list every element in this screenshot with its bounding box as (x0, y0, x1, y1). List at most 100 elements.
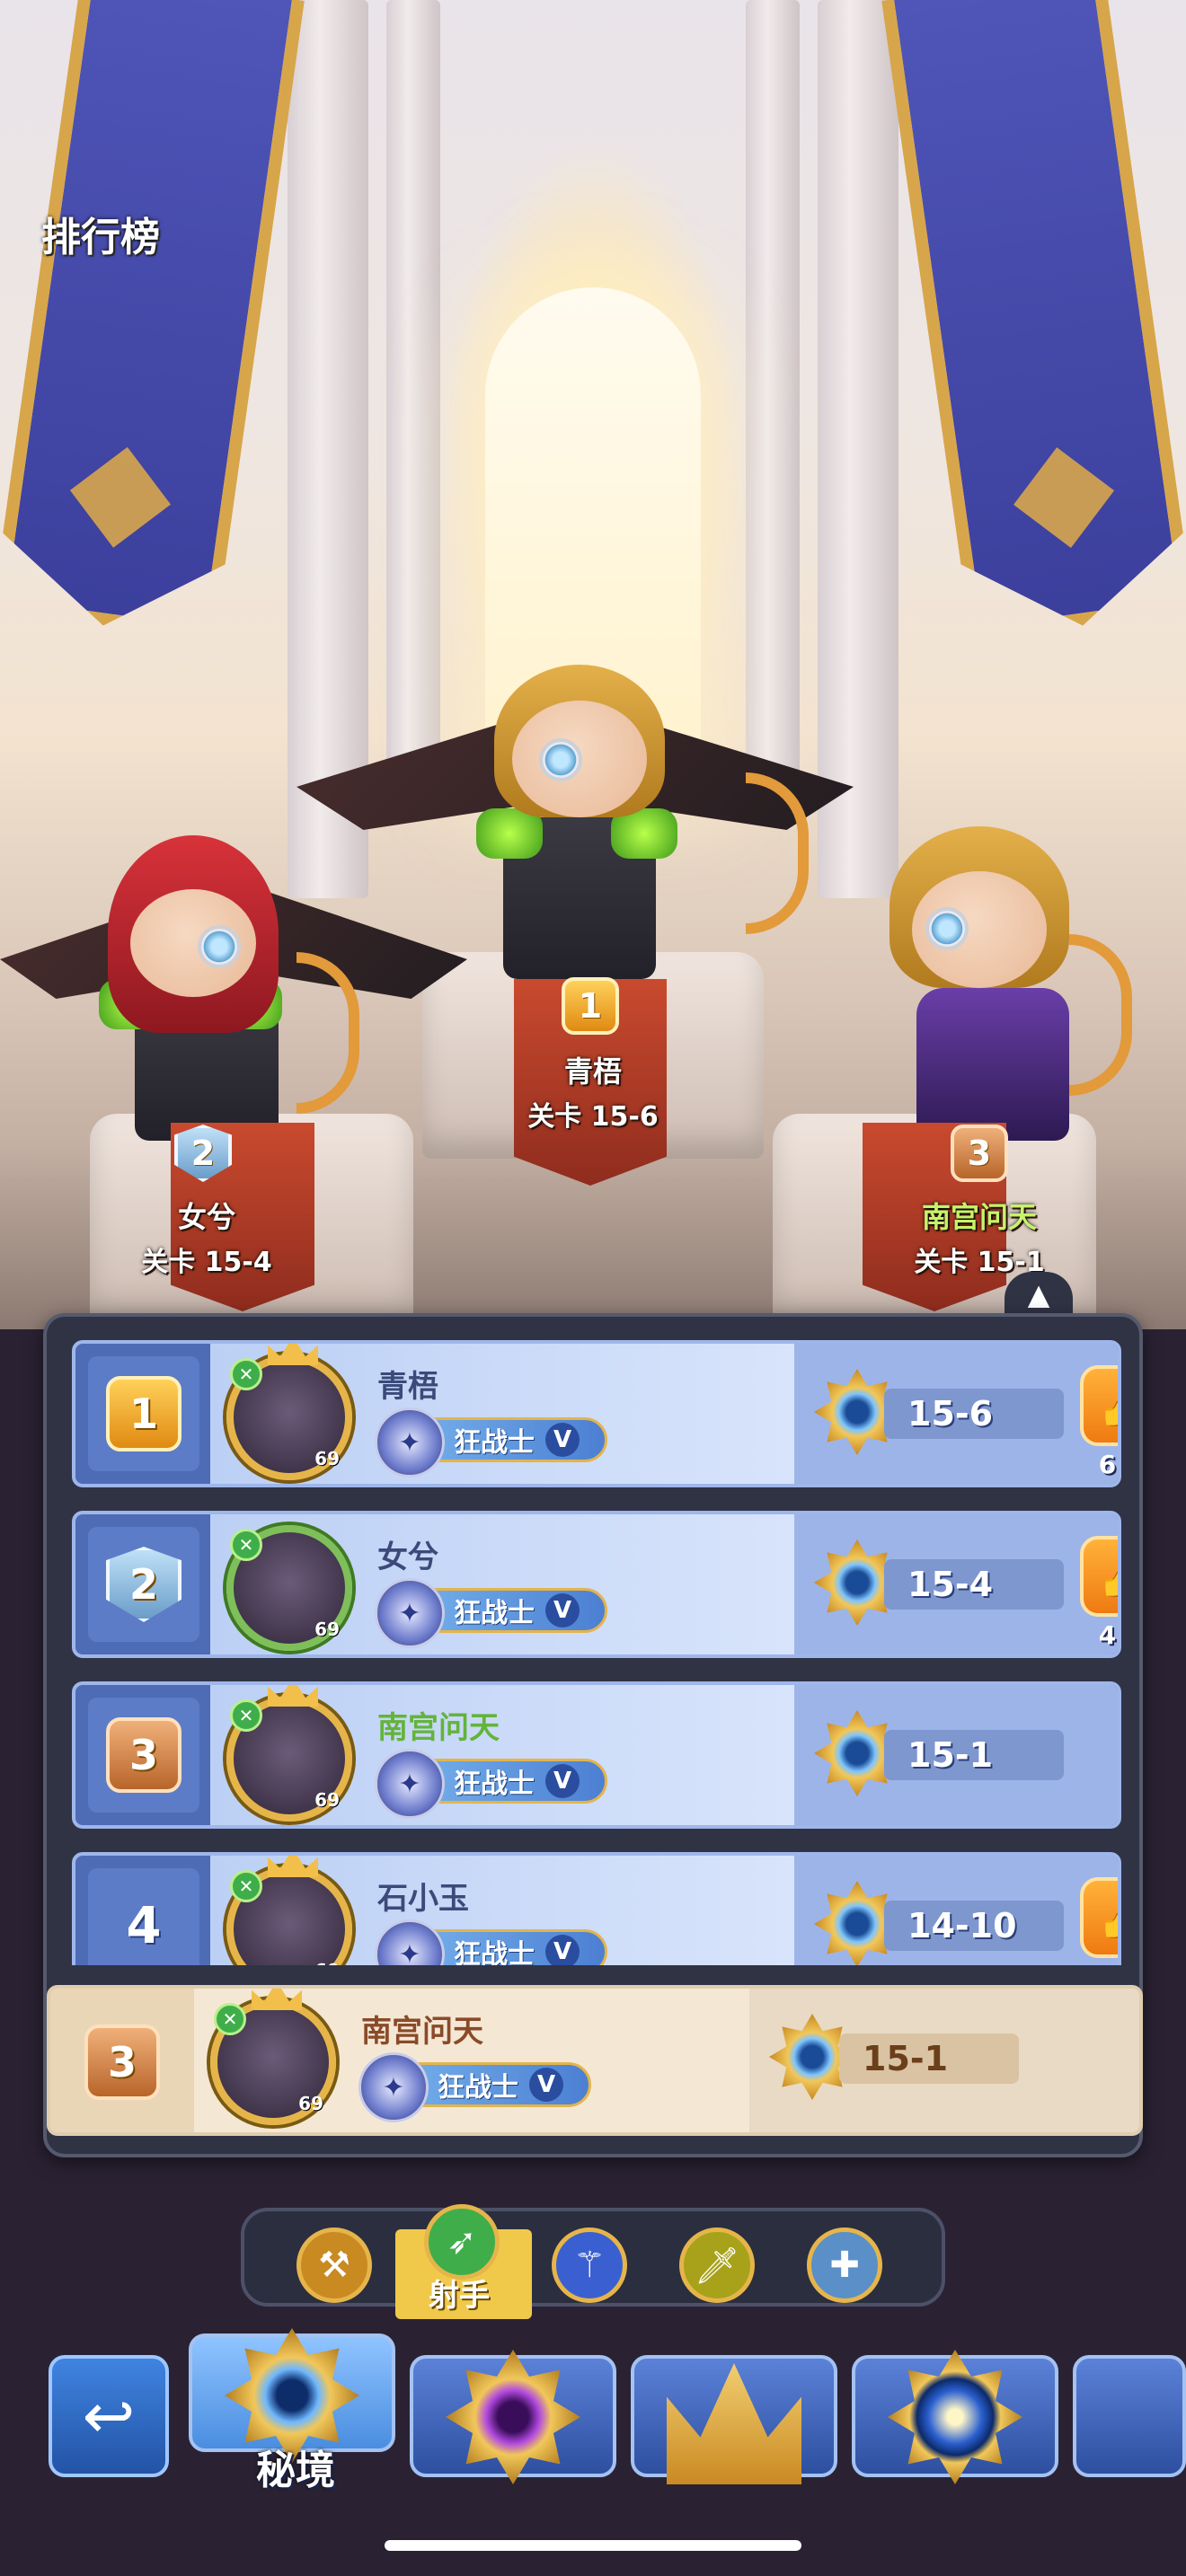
back-arrow-icon[interactable]: ↩ (49, 2355, 169, 2477)
crown-icon (252, 1989, 302, 2010)
podium-stage-second: 关卡 15-4 (141, 1247, 272, 1278)
rank-medal-silver: 2 (106, 1547, 181, 1622)
player-level: 69 (314, 1619, 340, 1640)
leaderboard-row[interactable]: 1 ✕ 69 青梧 ✦ 狂战士 V 15-6 👍 622 (72, 1340, 1121, 1487)
leaderboard-row[interactable]: 4 ✕ 69 石小玉 ✦ 狂战士 V 14-10 👍 118 (72, 1852, 1121, 1965)
podium-name-third: 南宫问天 (921, 1200, 1037, 1234)
hanging-banner-right (881, 0, 1186, 641)
page-title: 排行榜 (41, 215, 160, 260)
leaderboard-row[interactable]: 2 ✕ 69 女兮 ✦ 狂战士 V 15-4 👍 416 (72, 1511, 1121, 1658)
crown-icon (667, 2363, 801, 2484)
avatar[interactable]: ✕ 69 (226, 1856, 352, 1965)
stage-value: 15-4 (884, 1559, 1064, 1610)
archer-class-icon: ✕ (230, 1358, 262, 1390)
archer-class-icon: ✕ (230, 1870, 262, 1902)
home-indicator[interactable] (385, 2540, 801, 2551)
mode-crown[interactable] (631, 2355, 837, 2484)
leaderboard-row[interactable]: 3 ✕ 69 南宫问天 ✦ 狂战士 V 15-1 (72, 1681, 1121, 1829)
cross-icon[interactable]: ✚ (807, 2228, 882, 2303)
class-badge: ✦ 狂战士 V (375, 1749, 607, 1819)
avatar[interactable]: ✕ 69 (210, 1989, 336, 2125)
tab-archer-label: 射手 (429, 2278, 490, 2314)
class-tier: V (545, 1764, 580, 1798)
star-portal-icon (888, 2350, 1022, 2484)
thumbs-up-icon[interactable]: 👍 (1080, 1365, 1118, 1446)
player-name: 女兮 (377, 1539, 438, 1575)
rank-badge-third: 3 (951, 1125, 1008, 1182)
player-name: 南宫问天 (361, 2014, 483, 2050)
podium-name-first: 青梧 (563, 1054, 622, 1089)
stage-value: 15-1 (839, 2033, 1019, 2084)
purple-eye-medal-icon (446, 2350, 580, 2484)
player-name: 石小玉 (377, 1881, 469, 1917)
avatar[interactable]: ✕ 69 (226, 1685, 352, 1822)
class-tier: V (529, 2068, 563, 2102)
crown-icon (268, 1685, 318, 1707)
axe-icon[interactable]: ⚒ (296, 2228, 372, 2303)
class-tier: V (545, 1593, 580, 1628)
podium-name-second: 女兮 (177, 1200, 235, 1234)
berserker-emblem-icon: ✦ (375, 1749, 445, 1819)
mode-star-portal[interactable] (852, 2350, 1058, 2484)
rank-medal-gold: 1 (106, 1376, 181, 1451)
bow-icon[interactable]: ➶ (424, 2204, 500, 2280)
player-name: 南宫问天 (377, 1710, 500, 1746)
leaderboard-panel: 1 ✕ 69 青梧 ✦ 狂战士 V 15-6 👍 622 (43, 1313, 1143, 2157)
like-count: 416 (1098, 1620, 1118, 1650)
player-level: 69 (314, 1448, 340, 1469)
mode-label: 秘境 (256, 2448, 335, 2493)
archer-class-icon: ✕ (230, 1699, 262, 1732)
podium-stage-first: 关卡 15-6 (527, 1101, 659, 1133)
player-name: 青梧 (377, 1369, 438, 1405)
stage-value: 14-10 (884, 1901, 1064, 1951)
berserker-emblem-icon: ✦ (375, 1578, 445, 1648)
hall-background: 1 2 3 青梧 关卡 15-6 女兮 关卡 15-4 南宫问天 关卡 15-1 (0, 0, 1186, 1329)
crown-icon (268, 1344, 318, 1365)
like-count: 622 (1098, 1450, 1118, 1479)
hero-third-place[interactable] (800, 817, 1177, 1141)
archer-class-icon: ✕ (230, 1529, 262, 1561)
rank-number: 4 (126, 1896, 162, 1955)
mode-purple-eye[interactable] (410, 2350, 616, 2484)
berserker-emblem-icon: ✦ (358, 2052, 429, 2122)
rank-medal-bronze: 3 (106, 1717, 181, 1793)
avatar[interactable]: ✕ 69 (226, 1525, 352, 1651)
archer-class-icon: ✕ (214, 2003, 246, 2035)
player-level: 69 (314, 1960, 340, 1965)
class-filter-bar: ⚒ ➶ ⚚ 🗡 ✚ (241, 2204, 945, 2319)
hanging-banner-left (0, 0, 305, 641)
berserker-emblem-icon: ✦ (375, 1407, 445, 1478)
hero-second-place[interactable] (0, 826, 467, 1150)
stage-value: 15-1 (884, 1730, 1064, 1780)
class-badge: ✦ 狂战士 V (358, 2052, 591, 2122)
my-rank-row[interactable]: 3 ✕ 69 南宫问天 ✦ 狂战士 V 15-1 (47, 1985, 1143, 2136)
player-level: 69 (298, 2093, 323, 2114)
rank-medal-bronze: 3 (84, 2025, 160, 2100)
class-name: 狂战士 (454, 1939, 535, 1965)
stage-value: 15-6 (884, 1389, 1064, 1439)
mode-selector-bar: ↩ 秘境 (0, 2316, 1186, 2495)
collapse-panel-button[interactable]: ▲ (1005, 1272, 1073, 1317)
class-badge: ✦ 狂战士 V (375, 1407, 607, 1478)
class-badge: ✦ 狂战士 V (375, 1578, 607, 1648)
class-name: 狂战士 (454, 1769, 535, 1800)
class-tier: V (545, 1423, 580, 1457)
berserker-emblem-icon: ✦ (375, 1919, 445, 1965)
class-name: 狂战士 (438, 2072, 518, 2104)
crown-icon (268, 1856, 318, 1877)
class-name: 狂战士 (454, 1598, 535, 1629)
mode-secret-realm[interactable]: 秘境 (189, 2328, 395, 2493)
rank-badge-first: 1 (562, 977, 619, 1035)
leaderboard-list[interactable]: 1 ✕ 69 青梧 ✦ 狂战士 V 15-6 👍 622 (72, 1340, 1121, 1965)
class-tier: V (545, 1935, 580, 1965)
thumbs-up-icon[interactable]: 👍 (1080, 1877, 1118, 1958)
mode-more[interactable] (1073, 2355, 1186, 2477)
player-level: 69 (314, 1789, 340, 1811)
thumbs-up-icon[interactable]: 👍 (1080, 1536, 1118, 1617)
class-badge: ✦ 狂战士 V (375, 1919, 607, 1965)
avatar[interactable]: ✕ 69 (226, 1344, 352, 1480)
class-name: 狂战士 (454, 1427, 535, 1459)
dagger-icon[interactable]: 🗡 (679, 2228, 755, 2303)
like-count: 118 (1071, 1962, 1118, 1965)
staff-icon[interactable]: ⚚ (552, 2228, 627, 2303)
